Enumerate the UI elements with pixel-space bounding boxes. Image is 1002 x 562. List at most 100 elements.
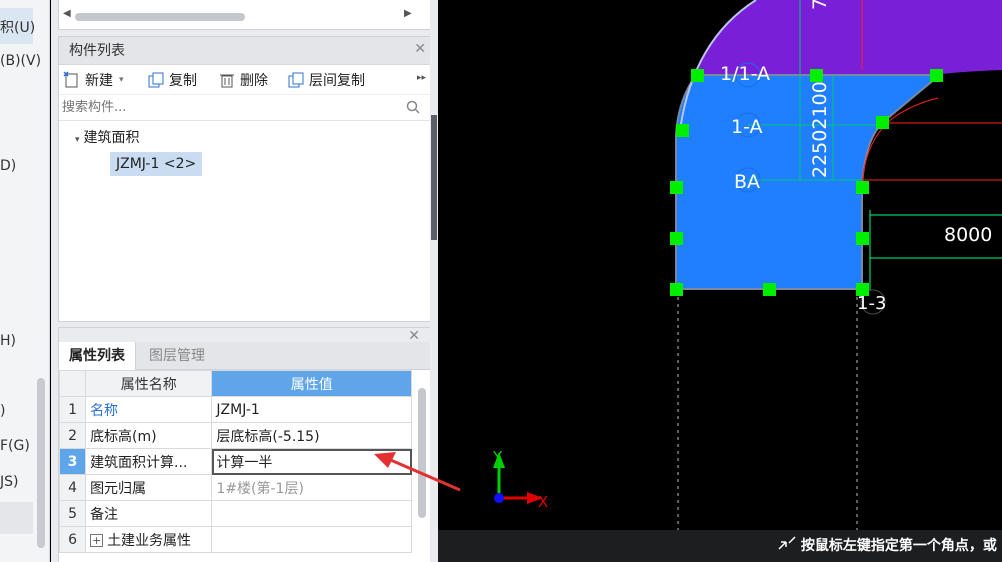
row-name-label: 土建业务属性: [107, 532, 192, 549]
tab-properties[interactable]: 属性列表: [59, 342, 136, 370]
grip-handle[interactable]: [670, 232, 683, 245]
cad-drawing[interactable]: 1/1-A 1-A BA 1-3 22502100 7 8000 Y X: [438, 0, 1002, 530]
axis-label-BA: BA: [734, 171, 760, 193]
table-row[interactable]: 6 + 土建业务属性: [58, 526, 412, 553]
close-icon[interactable]: ✕: [414, 35, 426, 63]
floor-copy-button[interactable]: 层间复制: [287, 70, 365, 90]
properties-table: 属性名称 属性值 1 名称 JZMJ-1 2 底标高(m) 层底标高(-5.15…: [58, 370, 412, 553]
table-header-row: 属性名称 属性值: [58, 370, 412, 397]
grip-handle[interactable]: [876, 116, 889, 129]
grip-handle[interactable]: [856, 283, 869, 296]
axis-x-label: X: [538, 493, 548, 511]
row-name: 底标高(m): [85, 422, 213, 449]
expand-plus-icon[interactable]: +: [90, 534, 104, 547]
row-name-group[interactable]: + 土建业务属性: [85, 526, 213, 553]
more-icon[interactable]: ▸▸: [417, 73, 426, 83]
grip-handle[interactable]: [810, 69, 823, 82]
row-name: 图元归属: [85, 474, 213, 501]
new-button-label: 新建: [85, 73, 113, 89]
component-list-title-text: 构件列表: [69, 43, 125, 59]
component-list-panel: 构件列表 ✕ 新建 ▾ 复制 删除 层间复制 ▸▸ 搜索构件... ▾ 建筑面积…: [58, 36, 431, 322]
scroll-right-icon[interactable]: ▶: [404, 8, 412, 19]
strip-item-5[interactable]: ): [0, 403, 5, 419]
scroll-left-icon[interactable]: ◀: [63, 8, 71, 19]
strip-scrollbar[interactable]: [37, 378, 45, 548]
row-number: 1: [58, 396, 87, 423]
floor-copy-button-label: 层间复制: [309, 73, 365, 89]
axis-y-label: Y: [492, 448, 503, 466]
row-number: 3: [58, 448, 87, 475]
trash-icon: [220, 74, 234, 88]
ucs-axis-icon: Y X: [492, 448, 548, 511]
component-toolbar: 新建 ▾ 复制 删除 层间复制 ▸▸: [59, 65, 430, 95]
tree-node-child[interactable]: JZMJ-1 <2>: [110, 152, 203, 176]
dimension-text-top: 7: [809, 0, 831, 10]
cursor-prompt-icon: [778, 536, 796, 550]
dimension-text-vertical: 22502100: [809, 81, 831, 178]
properties-panel: ✕ 属性列表 图层管理 属性名称 属性值 1 名称 JZMJ-1 2 底标高(m…: [58, 327, 431, 562]
properties-tabs: 属性列表 图层管理: [59, 342, 430, 370]
table-row-selected[interactable]: 3 建筑面积计算... 计算一半: [58, 448, 412, 475]
strip-item-4[interactable]: H): [0, 333, 16, 349]
strip-item-2[interactable]: (B)(V): [0, 53, 41, 69]
row-value[interactable]: [211, 526, 412, 553]
row-value[interactable]: [211, 500, 412, 527]
grip-handle[interactable]: [763, 283, 776, 296]
tree-root-label: 建筑面积: [83, 130, 140, 146]
tree-expand-icon[interactable]: ▾: [75, 135, 80, 145]
header-name: 属性名称: [85, 370, 213, 397]
copy-icon: [148, 72, 164, 88]
axis-label-1-1A: 1/1-A: [720, 63, 770, 85]
horizontal-scrollbar[interactable]: [75, 13, 245, 21]
new-button[interactable]: 新建 ▾: [63, 70, 124, 90]
delete-button[interactable]: 删除: [218, 70, 268, 90]
strip-hover-highlight: [0, 502, 33, 534]
copy-button[interactable]: 复制: [147, 70, 197, 90]
table-row[interactable]: 2 底标高(m) 层底标高(-5.15): [58, 422, 412, 449]
search-icon[interactable]: [406, 100, 420, 114]
tree-node-root[interactable]: ▾ 建筑面积: [75, 127, 140, 147]
row-name: 备注: [85, 500, 213, 527]
axis-label-1A: 1-A: [731, 116, 763, 138]
red-annotation-arrow: [374, 452, 461, 492]
table-row[interactable]: 5 备注: [58, 500, 412, 527]
row-name: 建筑面积计算...: [85, 448, 213, 475]
grip-handle[interactable]: [676, 124, 689, 137]
search-row: [59, 95, 430, 121]
grip-handle[interactable]: [670, 181, 683, 194]
component-list-title: 构件列表 ✕: [59, 37, 430, 65]
table-row[interactable]: 4 图元归属 1#楼(第-1层): [58, 474, 412, 501]
left-menu-strip: 积(U) (B)(V) D) H) ) F(G) JS): [0, 0, 50, 562]
grip-handle[interactable]: [856, 181, 869, 194]
row-number: 6: [58, 526, 87, 553]
tab-layers[interactable]: 图层管理: [139, 342, 215, 370]
status-bar: 按鼠标左键指定第一个角点，或: [438, 530, 1002, 562]
strip-item-3[interactable]: D): [0, 158, 16, 174]
row-value[interactable]: 层底标高(-5.15): [211, 422, 412, 449]
axis-label-1-3: 1-3: [857, 293, 886, 314]
chevron-down-icon[interactable]: ▾: [119, 75, 124, 85]
row-value[interactable]: JZMJ-1: [211, 396, 412, 423]
delete-button-label: 删除: [240, 73, 268, 89]
header-index: [58, 370, 87, 397]
grip-handle[interactable]: [691, 69, 704, 82]
strip-item-7[interactable]: JS): [0, 474, 18, 490]
row-name: 名称: [85, 396, 213, 423]
row-number: 4: [58, 474, 87, 501]
new-doc-icon: [63, 71, 78, 88]
status-text: 按鼠标左键指定第一个角点，或: [800, 538, 997, 554]
header-value: 属性值: [211, 370, 412, 397]
splitter-handle[interactable]: [431, 115, 437, 240]
properties-header-strip: [59, 328, 430, 342]
copy-button-label: 复制: [169, 73, 197, 89]
grip-handle[interactable]: [856, 232, 869, 245]
grip-handle[interactable]: [670, 283, 683, 296]
strip-item-6[interactable]: F(G): [0, 438, 30, 454]
drawing-canvas[interactable]: 1/1-A 1-A BA 1-3 22502100 7 8000 Y X: [438, 0, 1002, 530]
strip-item-1[interactable]: 积(U): [0, 17, 35, 37]
table-row[interactable]: 1 名称 JZMJ-1: [58, 396, 412, 423]
blue-region[interactable]: [675, 74, 937, 290]
row-number: 5: [58, 500, 87, 527]
grip-handle[interactable]: [930, 69, 943, 82]
search-input[interactable]: [59, 95, 389, 119]
